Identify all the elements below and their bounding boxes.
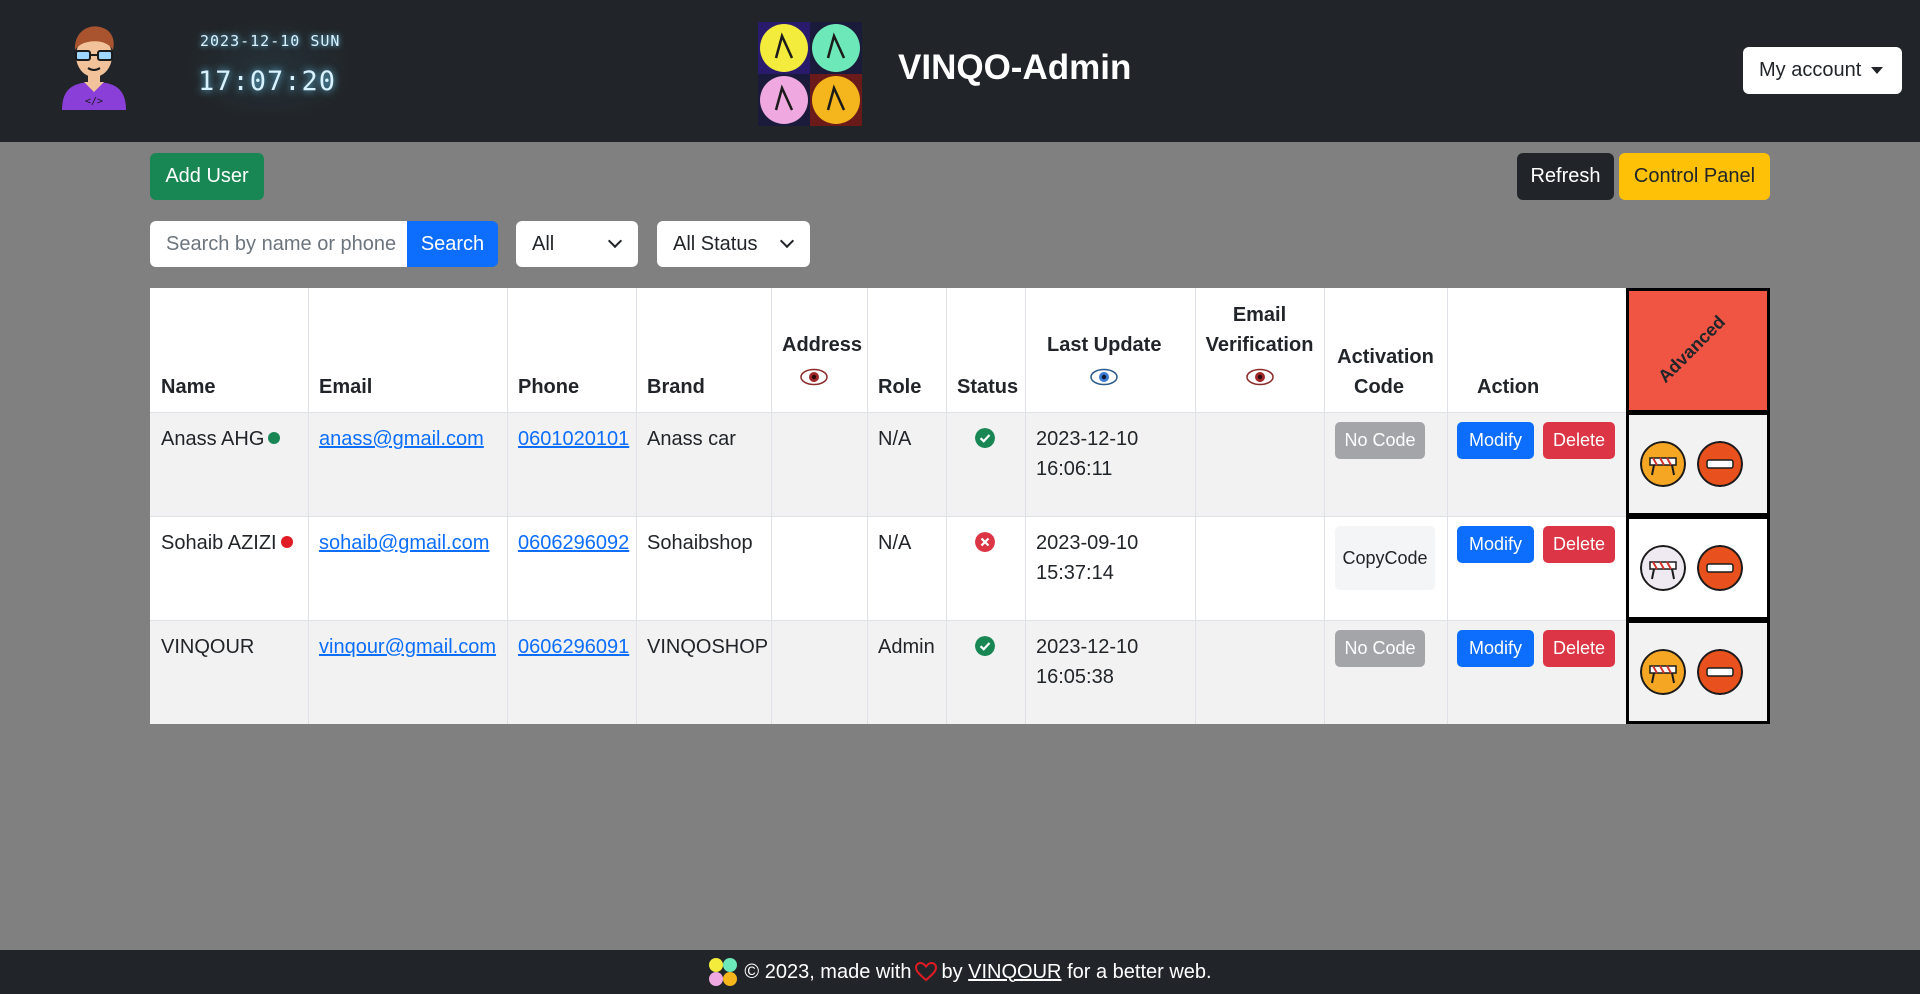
svg-text:</>: </>: [85, 96, 103, 107]
my-account-dropdown[interactable]: My account: [1743, 47, 1902, 94]
no-code-button[interactable]: No Code: [1335, 422, 1425, 459]
column-header-email-verification-1: Email: [1232, 304, 1287, 326]
column-header-email-verification-2: Verification: [1205, 334, 1314, 356]
user-phone-link[interactable]: 0601020101: [518, 428, 629, 451]
chevron-down-icon: [779, 233, 795, 249]
user-phone-link[interactable]: 0606296092: [518, 532, 629, 555]
developer-avatar-icon: </>: [58, 22, 130, 110]
user-brand: Sohaibshop: [647, 532, 753, 554]
copy-code-label-2: Code: [1384, 547, 1428, 568]
user-name: VINQOUR: [161, 636, 255, 658]
add-user-button[interactable]: Add User: [150, 153, 264, 200]
x-circle-icon: [975, 532, 995, 552]
last-update-time: 15:37:14: [1036, 562, 1114, 584]
user-email-link[interactable]: anass@gmail.com: [319, 428, 484, 451]
chevron-down-icon: [607, 233, 623, 249]
copy-code-button[interactable]: Copy Code: [1335, 526, 1435, 590]
column-header-phone: Phone: [518, 376, 580, 398]
no-code-button[interactable]: No Code: [1335, 630, 1425, 667]
clock-time: 17:07:20: [198, 66, 337, 97]
vinqo-logo-icon: [758, 22, 862, 126]
modify-button[interactable]: Modify: [1457, 630, 1534, 667]
delete-button[interactable]: Delete: [1543, 526, 1615, 563]
check-circle-icon: [975, 636, 995, 656]
eye-icon[interactable]: [1246, 368, 1274, 386]
user-name: Sohaib AZIZI: [161, 532, 277, 554]
vinqo-logo-icon: [709, 958, 738, 986]
user-email-link[interactable]: vinqour@gmail.com: [319, 636, 496, 659]
advanced-cell: [1626, 412, 1770, 516]
eye-icon[interactable]: [800, 368, 828, 386]
users-table: Name Email Phone Brand Address Role Stat…: [150, 288, 1770, 724]
user-email-link[interactable]: sohaib@gmail.com: [319, 532, 489, 555]
column-header-action: Action: [1477, 376, 1540, 398]
clock-date: 2023-12-10 SUN: [200, 32, 341, 50]
search-input[interactable]: [150, 221, 408, 267]
heart-icon: [915, 962, 938, 982]
eye-icon[interactable]: [1090, 368, 1118, 386]
no-entry-icon[interactable]: [1697, 649, 1743, 695]
copy-code-label-1: Copy: [1342, 547, 1385, 568]
last-update-date: 2023-12-10: [1036, 428, 1139, 450]
user-phone-link[interactable]: 0606296091: [518, 636, 629, 659]
offline-status-dot: [280, 535, 293, 548]
column-header-name: Name: [161, 376, 216, 398]
user-role: N/A: [878, 428, 912, 450]
status-filter-select[interactable]: All Status: [657, 221, 810, 267]
advanced-cell: [1626, 620, 1770, 724]
status-filter-value: All Status: [673, 232, 758, 255]
last-update-date: 2023-09-10: [1036, 532, 1139, 554]
footer-by: by: [941, 960, 963, 983]
top-navbar: </> 2023-12-10 SUN 17:07:20 VINQO-Admin …: [0, 0, 1920, 142]
column-header-advanced: Advanced: [1626, 288, 1770, 413]
user-name: Anass AHG: [161, 428, 265, 450]
delete-button[interactable]: Delete: [1543, 422, 1615, 459]
footer: © 2023, made with by VINQOUR for a bette…: [0, 950, 1920, 994]
user-role: Admin: [878, 636, 935, 658]
column-header-activation-1: Activation: [1337, 346, 1434, 368]
barrier-icon[interactable]: [1640, 545, 1686, 591]
search-button[interactable]: Search: [407, 221, 498, 267]
column-header-address: Address: [782, 334, 863, 356]
digital-clock: 2023-12-10 SUN 17:07:20: [190, 22, 350, 118]
role-filter-value: All: [532, 232, 555, 255]
delete-button[interactable]: Delete: [1543, 630, 1615, 667]
last-update-date: 2023-12-10: [1036, 636, 1139, 658]
advanced-cell: [1626, 516, 1770, 620]
column-header-brand: Brand: [647, 376, 705, 398]
column-header-status: Status: [957, 376, 1019, 398]
refresh-button[interactable]: Refresh: [1517, 153, 1614, 200]
column-header-activation-2: Code: [1354, 376, 1404, 398]
user-role: N/A: [878, 532, 912, 554]
user-name-cell: Sohaib AZIZI: [161, 532, 293, 555]
my-account-label: My account: [1759, 59, 1862, 81]
advanced-label: Advanced: [1654, 311, 1730, 387]
column-header-email: Email: [319, 376, 373, 398]
modify-button[interactable]: Modify: [1457, 526, 1534, 563]
barrier-icon[interactable]: [1640, 441, 1686, 487]
footer-tagline: for a better web.: [1067, 960, 1212, 983]
caret-down-icon: [1871, 67, 1884, 74]
footer-author-link[interactable]: VINQOUR: [968, 961, 1061, 984]
online-status-dot: [268, 431, 281, 444]
modify-button[interactable]: Modify: [1457, 422, 1534, 459]
column-header-last-update: Last Update: [1047, 334, 1162, 356]
last-update-time: 16:06:11: [1036, 458, 1113, 480]
check-circle-icon: [975, 428, 995, 448]
user-brand: VINQOSHOP: [647, 636, 769, 658]
control-panel-button[interactable]: Control Panel: [1619, 153, 1770, 200]
role-filter-select[interactable]: All: [516, 221, 638, 267]
user-brand: Anass car: [647, 428, 736, 450]
last-update-time: 16:05:38: [1036, 666, 1114, 688]
footer-copyright: © 2023, made with: [744, 960, 912, 983]
no-entry-icon[interactable]: [1697, 545, 1743, 591]
barrier-icon[interactable]: [1640, 649, 1686, 695]
app-title: VINQO-Admin: [898, 48, 1132, 87]
user-name-cell: Anass AHG: [161, 428, 281, 451]
column-header-role: Role: [878, 376, 922, 398]
no-entry-icon[interactable]: [1697, 441, 1743, 487]
